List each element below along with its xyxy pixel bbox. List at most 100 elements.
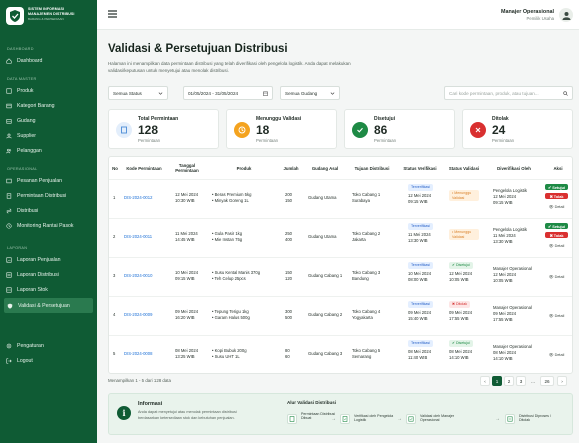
report-icon	[6, 272, 12, 278]
stat-card-total: Total Permintaan 128 Permintaan	[108, 109, 219, 149]
sidebar-item-label: Gudang	[17, 118, 36, 124]
search-input[interactable]: Cari kode permintaan, produk, atau tujua…	[444, 86, 573, 100]
user-group-icon	[6, 148, 12, 154]
transfer-icon	[6, 208, 12, 214]
verified-by-time: 17:55 WIB	[493, 317, 513, 322]
user-menu[interactable]: Manajer Operasional Pemilik Usaha	[501, 8, 573, 22]
request-code-link[interactable]: DIS-2024-0010	[124, 273, 152, 279]
request-code-link[interactable]: DIS-2024-0008	[124, 351, 152, 357]
sidebar-item-lap-penjualan[interactable]: Laporan Penjualan	[0, 253, 97, 267]
sidebar-item-pesanan[interactable]: Pesanan Penjualan	[0, 174, 97, 188]
sidebar-item-validasi[interactable]: Validasi & Persetujuan	[4, 298, 93, 313]
verification-status: Terverifikasi	[408, 184, 433, 191]
detail-button[interactable]: 👁 Detail	[545, 273, 568, 279]
reject-button[interactable]: ✖ Tolak	[545, 193, 568, 199]
sidebar-item-kategori[interactable]: Kategori Barang	[0, 99, 97, 113]
validation-time: 17:55 WIB	[449, 316, 469, 321]
sidebar-item-gudang[interactable]: Gudang	[0, 114, 97, 128]
status-badge: Terverifikasi	[408, 184, 433, 191]
topbar: Manajer Operasional Pemilik Usaha	[97, 0, 579, 30]
status-badge: Terverifikasi	[408, 301, 433, 308]
pagination-ellipsis: ...	[531, 378, 535, 384]
detail-button[interactable]: 👁 Detail	[545, 312, 568, 318]
clipboard-check-icon	[340, 414, 350, 424]
users-icon	[6, 133, 12, 139]
verified-by-time: 14:10 WIB	[493, 356, 513, 361]
gudang-select[interactable]: Semua Gudang	[280, 86, 340, 100]
table-row: 3 DIS-2024-0010 10 Mei 2024 09:15 WIB • Susu…	[109, 257, 572, 296]
request-code-link[interactable]: DIS-2024-0011	[124, 234, 152, 240]
sidebar-item-pelanggan[interactable]: Pelanggan	[0, 144, 97, 158]
status-badge: • Menunggu Validasi	[449, 190, 479, 202]
table-row: 5 DIS-2024-0008 08 Mei 2024 13:25 WIB • Kopi…	[109, 335, 572, 374]
detail-button[interactable]: 👁 Detail	[545, 351, 568, 357]
approve-button[interactable]: ✔ Setujui	[545, 184, 568, 190]
th-no: No	[112, 165, 118, 171]
stat-unit: Permintaan	[492, 138, 514, 143]
verification-time: 15:40 WIB	[408, 316, 428, 321]
logo	[6, 7, 24, 25]
chevron-down-icon	[158, 91, 163, 95]
quantity-2: 400	[285, 237, 292, 242]
search-placeholder: Cari kode permintaan, produk, atau tujua…	[449, 90, 539, 96]
date-range-value: 01/05/2024 - 31/05/2024	[188, 90, 239, 96]
sidebar-item-label: Permintaan Distribusi	[17, 193, 67, 199]
verification-time: 08:00 WIB	[408, 277, 428, 282]
quantity-2: 150	[285, 198, 292, 203]
sidebar-item-lap-stok[interactable]: Laporan Stok	[0, 283, 97, 297]
reject-button[interactable]: ✖ Tolak	[545, 232, 568, 238]
stat-card-menunggu: Menunggu Validasi 18 Permintaan	[226, 109, 337, 149]
prev-page-button[interactable]: ‹	[480, 376, 490, 386]
next-page-button[interactable]: ›	[557, 376, 567, 386]
sidebar-item-label: Validasi & Persetujuan	[18, 302, 70, 309]
sidebar-item-label: Laporan Distribusi	[17, 272, 59, 278]
warehouse-origin: Gudang Cabang 2	[308, 312, 343, 317]
stat-unit: Permintaan	[374, 138, 396, 143]
stat-label: Disetujui	[374, 116, 396, 122]
menu-icon[interactable]	[108, 10, 117, 18]
page-title: Validasi & Persetujuan Distribusi	[108, 43, 288, 55]
approval-icon	[406, 414, 416, 424]
sidebar-item-produk[interactable]: Produk	[0, 84, 97, 98]
sidebar-item-permintaan[interactable]: Permintaan Distribusi	[0, 189, 97, 203]
stat-card-disetujui: Disetujui 86 Permintaan	[344, 109, 455, 149]
page-3-button[interactable]: 3	[516, 376, 526, 386]
stat-unit: Permintaan	[256, 138, 278, 143]
stat-value: 24	[492, 123, 506, 137]
request-code-link[interactable]: DIS-2024-0009	[124, 312, 152, 318]
page-1-button[interactable]: 1	[492, 376, 502, 386]
date-range-input[interactable]: 01/05/2024 - 31/05/2024	[183, 86, 273, 100]
request-code-link[interactable]: DIS-2024-0012	[124, 195, 152, 201]
warehouse-origin: Gudang Cabang 3	[308, 351, 343, 356]
sidebar-item-supplier[interactable]: Supplier	[0, 129, 97, 143]
sidebar-item-distribusi[interactable]: Distribusi	[0, 204, 97, 218]
sidebar-item-label: Distribusi	[17, 208, 39, 214]
quantity-2: 120	[285, 276, 292, 281]
last-page-button[interactable]: 26	[540, 376, 554, 386]
stat-value: 18	[256, 123, 270, 137]
avatar	[559, 8, 573, 22]
request-time: 10:30 WIB	[175, 198, 195, 203]
user-icon	[562, 11, 570, 20]
detail-button[interactable]: 👁 Detail	[545, 203, 568, 209]
sidebar-item-dashboard[interactable]: Dashboard	[0, 54, 97, 68]
verification-status: Terverifikasi	[408, 262, 433, 269]
section-operasional: OPERASIONAL	[7, 167, 38, 171]
approve-button[interactable]: ✔ Setujui	[545, 223, 568, 229]
status-badge: ✔ Disetujui	[449, 340, 473, 347]
detail-button[interactable]: 👁 Detail	[545, 242, 568, 248]
page-2-button[interactable]: 2	[504, 376, 514, 386]
info-text: Anda dapat menyetujui atau menolak permi…	[138, 410, 237, 420]
sidebar-item-pengaturan[interactable]: Pengaturan	[0, 339, 97, 353]
th-tujuan: Tujuan Distribusi	[354, 165, 390, 171]
sidebar-item-logout[interactable]: Logout	[0, 354, 97, 368]
sidebar-item-lap-distribusi[interactable]: Laporan Distribusi	[0, 268, 97, 282]
sidebar-item-monitoring[interactable]: Monitoring Rantai Pasok	[0, 219, 97, 233]
validation-status: • Menunggu Validasi	[449, 190, 479, 202]
cart-icon	[6, 178, 12, 184]
status-select[interactable]: Semua Status	[108, 86, 168, 100]
th-aksi: Aksi	[553, 165, 563, 171]
destination-city: Semarang	[352, 354, 372, 359]
info-icon: i	[117, 406, 131, 420]
warehouse-icon	[6, 119, 12, 124]
